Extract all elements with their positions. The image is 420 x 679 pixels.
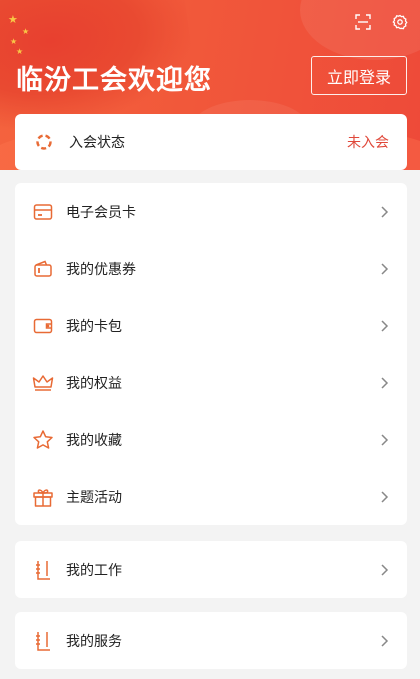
gear-icon[interactable] <box>390 12 410 32</box>
login-button[interactable]: 立即登录 <box>311 56 407 95</box>
status-value: 未入会 <box>347 135 389 151</box>
menu-item-benefits[interactable]: 我的权益 <box>15 354 407 411</box>
gift-icon <box>32 486 54 508</box>
menu-item-my-service[interactable]: 我的服务 <box>15 612 407 669</box>
menu-item-label: 我的卡包 <box>66 318 122 335</box>
menu-item-label: 主题活动 <box>66 489 122 506</box>
menu-item-label: 我的工作 <box>66 562 122 579</box>
member-card-icon <box>32 201 54 223</box>
chevron-right-icon <box>381 205 389 218</box>
status-ring-icon <box>33 131 55 153</box>
membership-status-row[interactable]: 入会状态 未入会 <box>15 114 407 170</box>
menu-item-label: 我的收藏 <box>66 432 122 449</box>
menu-item-favorites[interactable]: 我的收藏 <box>15 411 407 468</box>
menu-item-label: 电子会员卡 <box>66 204 136 221</box>
crown-icon <box>32 372 54 394</box>
chevron-right-icon <box>381 433 389 446</box>
star-decoration: ★ <box>16 47 24 56</box>
chevron-right-icon <box>381 634 389 647</box>
work-card: 我的工作 <box>15 541 407 598</box>
menu-item-label: 我的权益 <box>66 375 122 392</box>
coupon-icon <box>32 258 54 280</box>
chevron-right-icon <box>381 319 389 332</box>
menu-item-wallet[interactable]: 我的卡包 <box>15 297 407 354</box>
welcome-title: 临汾工会欢迎您 <box>16 65 212 96</box>
menu-item-coupons[interactable]: 我的优惠券 <box>15 240 407 297</box>
chevron-right-icon <box>381 376 389 389</box>
menu-item-label: 我的优惠券 <box>66 261 136 278</box>
status-label: 入会状态 <box>69 135 125 151</box>
notebook-icon <box>32 630 54 652</box>
menu-item-label: 我的服务 <box>66 633 122 650</box>
star-decoration: ★ <box>22 27 30 36</box>
menu-card: 电子会员卡 我的优惠券 我的卡包 我的权益 我的收藏 主题活动 <box>15 183 407 525</box>
menu-item-activities[interactable]: 主题活动 <box>15 468 407 525</box>
notebook-icon <box>32 559 54 581</box>
scan-icon[interactable] <box>353 12 373 32</box>
star-icon <box>32 429 54 451</box>
menu-item-member-card[interactable]: 电子会员卡 <box>15 183 407 240</box>
wallet-icon <box>32 315 54 337</box>
service-card: 我的服务 <box>15 612 407 669</box>
menu-item-my-work[interactable]: 我的工作 <box>15 541 407 598</box>
chevron-right-icon <box>381 262 389 275</box>
star-decoration: ★ <box>8 13 18 26</box>
chevron-right-icon <box>381 563 389 576</box>
chevron-right-icon <box>381 490 389 503</box>
